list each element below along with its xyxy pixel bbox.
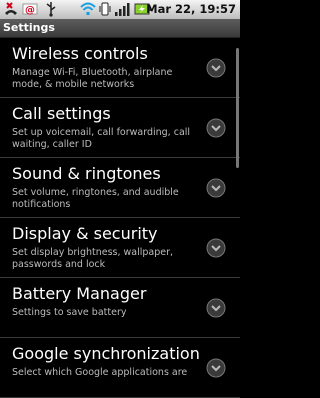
status-bar: @ Mar 22, 19:57 [0,0,240,19]
item-title: Wireless controls [12,44,148,63]
vibrate-icon [99,2,111,16]
settings-item-call-settings[interactable]: Call settings Set up voicemail, call for… [0,98,240,158]
item-subtitle: Settings to save battery [12,307,127,318]
chevron-right-icon [206,118,226,138]
settings-item-sound-ringtones[interactable]: Sound & ringtones Set volume, ringtones,… [0,158,240,218]
item-title: Battery Manager [12,284,147,303]
settings-list: Wireless controls Manage Wi-Fi, Bluetoot… [0,38,240,398]
usb-icon [46,2,56,17]
title-bar: Settings [0,19,240,38]
wifi-icon [80,2,96,16]
signal-icon [115,3,130,16]
status-clock: Mar 22, 19:57 [146,2,236,16]
item-subtitle: Manage Wi-Fi, Bluetooth, airplane mode, … [12,67,173,90]
settings-item-google-synchronization[interactable]: Google synchronization Select which Goog… [0,338,240,398]
scrollbar[interactable] [236,48,239,168]
item-subtitle: Set volume, ringtones, and audible notif… [12,187,179,210]
settings-item-wireless-controls[interactable]: Wireless controls Manage Wi-Fi, Bluetoot… [0,38,240,98]
settings-item-battery-manager[interactable]: Battery Manager Settings to save battery [0,278,240,338]
chevron-right-icon [206,298,226,318]
chevron-right-icon [206,238,226,258]
item-title: Sound & ringtones [12,164,161,183]
chevron-right-icon [206,178,226,198]
item-title: Call settings [12,104,111,123]
item-subtitle: Set up voicemail, call forwarding, call … [12,127,191,150]
settings-item-display-security[interactable]: Display & security Set display brightnes… [0,218,240,278]
chevron-right-icon [206,58,226,78]
page-title: Settings [3,21,55,34]
missed-call-icon [5,2,17,15]
item-title: Google synchronization [12,344,200,363]
svg-text:@: @ [25,5,35,16]
item-title: Display & security [12,224,158,243]
gmail-icon: @ [22,3,38,16]
item-subtitle: Set display brightness, wallpaper, passw… [12,247,174,270]
chevron-right-icon [206,358,226,378]
item-subtitle: Select which Google applications are [12,367,188,378]
